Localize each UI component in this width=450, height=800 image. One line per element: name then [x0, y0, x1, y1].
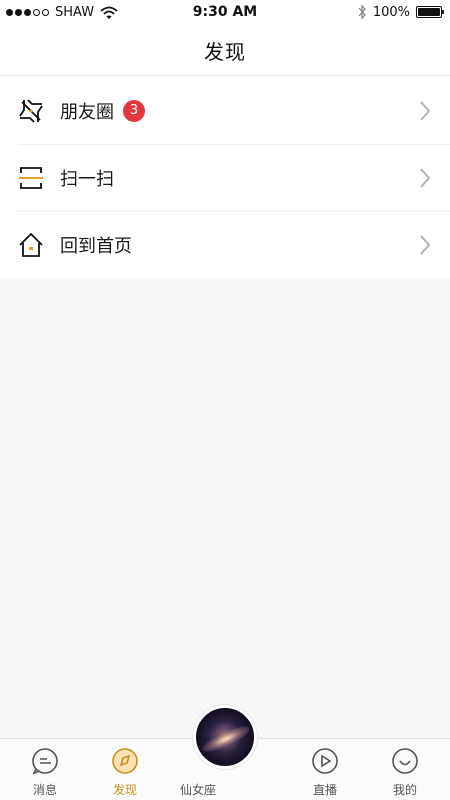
battery-icon: [416, 6, 444, 18]
chevron-right-icon: [420, 100, 431, 121]
notification-badge: 3: [123, 99, 145, 122]
galaxy-image: [193, 705, 257, 769]
list-item-label: 朋友圈: [60, 101, 114, 123]
tab-discover[interactable]: 发现: [80, 739, 170, 800]
list-item-label: 回到首页: [60, 235, 132, 257]
tab-live[interactable]: 直播: [280, 739, 370, 800]
chevron-right-icon: [420, 234, 431, 255]
status-right: 100%: [357, 4, 444, 20]
play-icon: [312, 748, 338, 774]
list-item-label: 扫一扫: [60, 168, 114, 190]
tab-me[interactable]: 我的: [360, 739, 450, 800]
list-item-home[interactable]: 回到首页: [0, 211, 450, 278]
tab-label: 仙女座: [180, 783, 217, 797]
status-bar: SHAW 9:30 AM 100%: [0, 0, 450, 26]
tab-bar: 消息 发现 仙女座 直播 我的: [0, 705, 450, 800]
discover-list: 朋友圈 3 扫一扫 回到首页: [0, 77, 450, 278]
tab-label: 我的: [392, 783, 417, 797]
list-item-scan[interactable]: 扫一扫: [0, 144, 450, 211]
battery-percent: 100%: [372, 4, 410, 20]
tab-label: 直播: [312, 783, 337, 797]
tab-label: 消息: [32, 783, 57, 797]
profile-icon: [392, 748, 418, 774]
chevron-right-icon: [420, 167, 431, 188]
scan-icon: [18, 165, 44, 191]
compass-icon: [112, 748, 138, 774]
bluetooth-icon: [358, 4, 366, 20]
moments-icon: [18, 98, 44, 124]
tab-andromeda[interactable]: 仙女座: [180, 705, 270, 800]
tab-label: 发现: [112, 783, 137, 797]
message-icon: [32, 748, 58, 775]
nav-header: 发现: [0, 26, 450, 76]
list-item-moments[interactable]: 朋友圈 3: [0, 77, 450, 144]
page-title: 发现: [204, 40, 246, 64]
tab-messages[interactable]: 消息: [0, 739, 90, 800]
home-icon: [18, 232, 44, 258]
